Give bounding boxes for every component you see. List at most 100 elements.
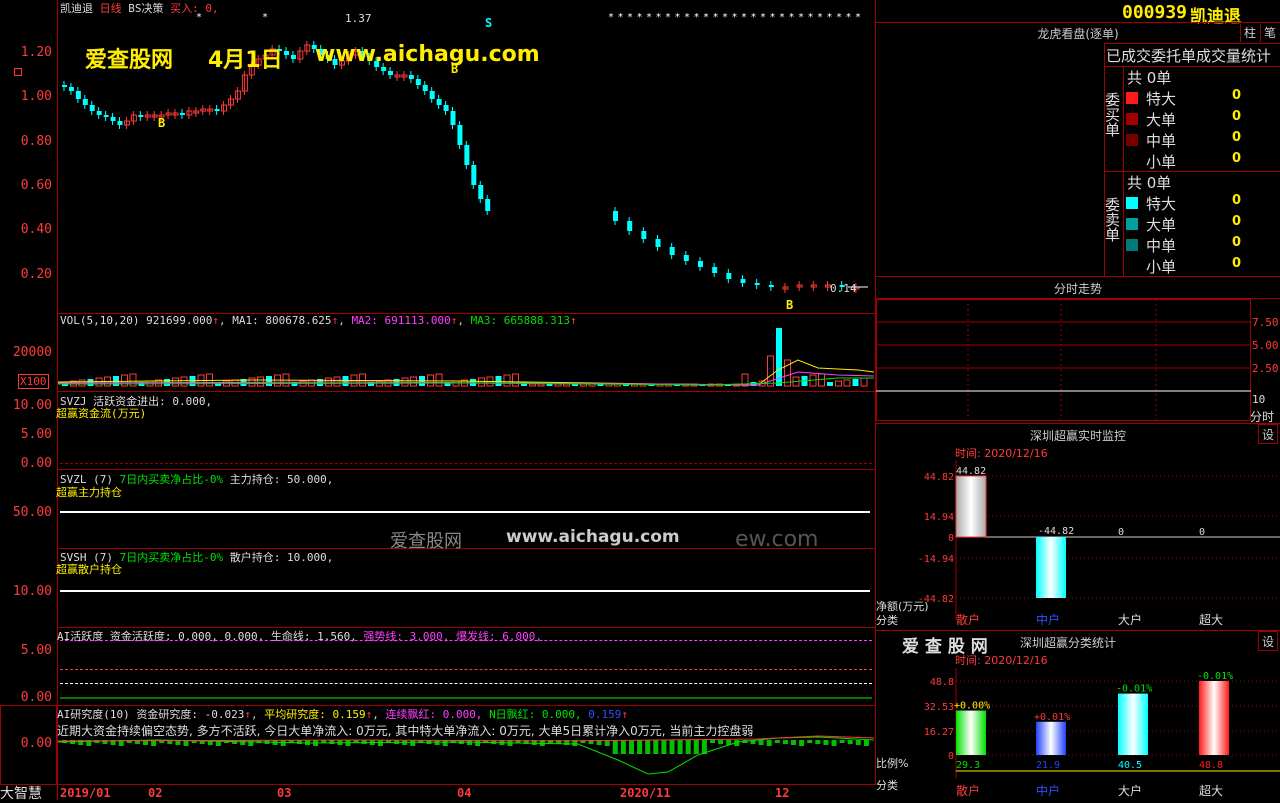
svzj-zero-line xyxy=(60,463,872,464)
buy-row-large: 大单 0 xyxy=(1126,109,1276,130)
svzl-subtitle: 超赢主力持仓 xyxy=(56,486,122,499)
classify-pct-label: -0.01% xyxy=(1197,671,1233,682)
fenshi-y-tick: 2.50 xyxy=(1252,362,1279,375)
ai-research-prefix: AI研究度(10) 资金研究度: -0.023 xyxy=(57,708,245,721)
fenshi-title[interactable]: 分时走势 xyxy=(876,280,1280,297)
candle-body xyxy=(110,117,116,121)
sell-row-medium: 中单 0 xyxy=(1126,235,1276,256)
candle-body xyxy=(89,105,95,111)
vol-y-tick: 20000 xyxy=(12,345,52,360)
candle-body xyxy=(712,267,718,273)
fenshi-grid[interactable] xyxy=(876,299,1252,421)
monitor-divider xyxy=(876,423,1280,424)
buy-large-value: 0 xyxy=(1232,109,1242,124)
research-bar xyxy=(677,740,683,754)
research-bar xyxy=(782,740,788,744)
buy-small-value: 0 xyxy=(1232,151,1242,166)
star-marker: * xyxy=(760,12,766,23)
volume-bar xyxy=(231,379,239,387)
star-marker: * xyxy=(722,12,728,23)
research-bar xyxy=(855,740,861,745)
candle-body xyxy=(214,109,220,111)
settings-square-icon[interactable] xyxy=(14,68,22,76)
sell-medium-value: 0 xyxy=(1232,235,1242,250)
sell-small-label: 小单 xyxy=(1146,258,1177,276)
classify-chart[interactable]: 48.8 32.53 16.27 0 +0.00% 29.3 +0.01% 21.9 -0.01… xyxy=(876,668,1280,800)
candle-body xyxy=(768,285,774,287)
classify-bar xyxy=(956,710,986,755)
strong-line xyxy=(60,669,872,670)
classify-settings-button[interactable]: 设 xyxy=(1258,631,1278,651)
volume-bar xyxy=(835,380,842,387)
volume-bar xyxy=(478,377,485,387)
volume-bar xyxy=(827,382,833,386)
svsh-subtitle: 超赢散户持仓 xyxy=(56,563,122,576)
monitor-category: 超大 xyxy=(1199,612,1223,627)
svsh-holding: 散户持仓: 10.000, xyxy=(229,551,334,564)
classify-divider xyxy=(876,630,1280,631)
volume-bar xyxy=(435,373,443,387)
ai-research-y-tick: 0.00 xyxy=(20,736,52,751)
life-line xyxy=(60,683,872,684)
volume-bar xyxy=(860,377,868,387)
research-bar xyxy=(410,740,416,746)
buy-row-medium: 中单 0 xyxy=(1126,130,1276,151)
candle-body xyxy=(179,113,185,115)
bottom-left-brand[interactable]: 大智慧 xyxy=(0,783,42,803)
watermark-date: 4月1日 xyxy=(208,48,283,73)
monitor-chart[interactable]: 44.8214.940-14.94-44.8244.82-44.82 0 0净额(万… xyxy=(876,460,1280,630)
fenshi-divider xyxy=(876,276,1280,277)
top-divider xyxy=(876,22,1280,23)
tick-view-button[interactable]: 笔 xyxy=(1260,24,1279,42)
sell-row-large: 大单 0 xyxy=(1126,214,1276,235)
sell-medium-label: 中单 xyxy=(1146,237,1177,255)
buy-small-label: 小单 xyxy=(1146,153,1177,171)
candle-body xyxy=(408,75,414,79)
x-tick-label: 04 xyxy=(457,786,472,800)
buy-side-label: 委买单 xyxy=(1103,92,1121,137)
classify-value-label: 29.3 xyxy=(956,760,980,771)
star-marker: * xyxy=(694,12,700,23)
svzj-y-tick: 10.00 xyxy=(12,398,52,413)
x-tick-label: 02 xyxy=(148,786,163,800)
sell-side-label: 委卖单 xyxy=(1103,197,1121,242)
sell-small-value: 0 xyxy=(1232,256,1242,271)
bar-view-button[interactable]: 柱 xyxy=(1240,24,1259,42)
svzj-subtitle: 超赢资金流(万元) xyxy=(56,407,147,420)
ai-research-header[interactable]: AI研究度(10) 资金研究度: -0.023↑, 平均研究度: 0.159↑,… xyxy=(57,706,628,722)
star-marker: * xyxy=(741,12,747,23)
buy-medium-label: 中单 xyxy=(1146,132,1177,150)
candle-body xyxy=(75,91,81,99)
volume-chart[interactable] xyxy=(58,320,874,390)
volume-bar xyxy=(121,374,128,387)
candle-body xyxy=(96,111,102,115)
sell-large-value: 0 xyxy=(1232,214,1242,229)
ai-active-strong: 强势线: 3.000, xyxy=(363,630,450,643)
volume-bar xyxy=(529,383,536,387)
research-bar xyxy=(361,740,367,744)
classify-time: 时间: 2020/12/16 xyxy=(955,654,1048,667)
ai-research-last: 0.159 xyxy=(588,708,622,721)
monitor-category: 中户 xyxy=(1036,612,1060,627)
star-marker: * xyxy=(808,12,814,23)
candle-body xyxy=(415,79,421,85)
sell-row-xl: 特大 0 xyxy=(1126,193,1276,214)
buy-total: 共 0单 xyxy=(1127,69,1172,87)
research-bar xyxy=(629,740,634,754)
star-marker: * xyxy=(713,12,719,23)
last-price-label: 0.14 xyxy=(830,282,857,295)
star-marker: * xyxy=(855,12,861,23)
candle-body xyxy=(381,67,387,71)
ai-active-header[interactable]: AI活跃度 资金活跃度: 0.000, 0.000, 生命线: 1.560, 强… xyxy=(57,628,542,644)
research-chart[interactable] xyxy=(58,730,874,784)
candle-body xyxy=(471,165,477,185)
candle-body xyxy=(422,85,428,91)
monitor-y-tick: 0 xyxy=(948,533,954,544)
star-marker: * xyxy=(656,12,662,23)
classify-pct-label: +0.01% xyxy=(1034,712,1070,723)
ai-active-y-tick: 0.00 xyxy=(20,690,52,705)
vol-unit-badge[interactable]: X100 xyxy=(18,374,49,389)
monitor-settings-button[interactable]: 设 xyxy=(1258,424,1278,444)
volume-bar xyxy=(546,384,553,386)
svzl-holding-line xyxy=(60,511,870,513)
